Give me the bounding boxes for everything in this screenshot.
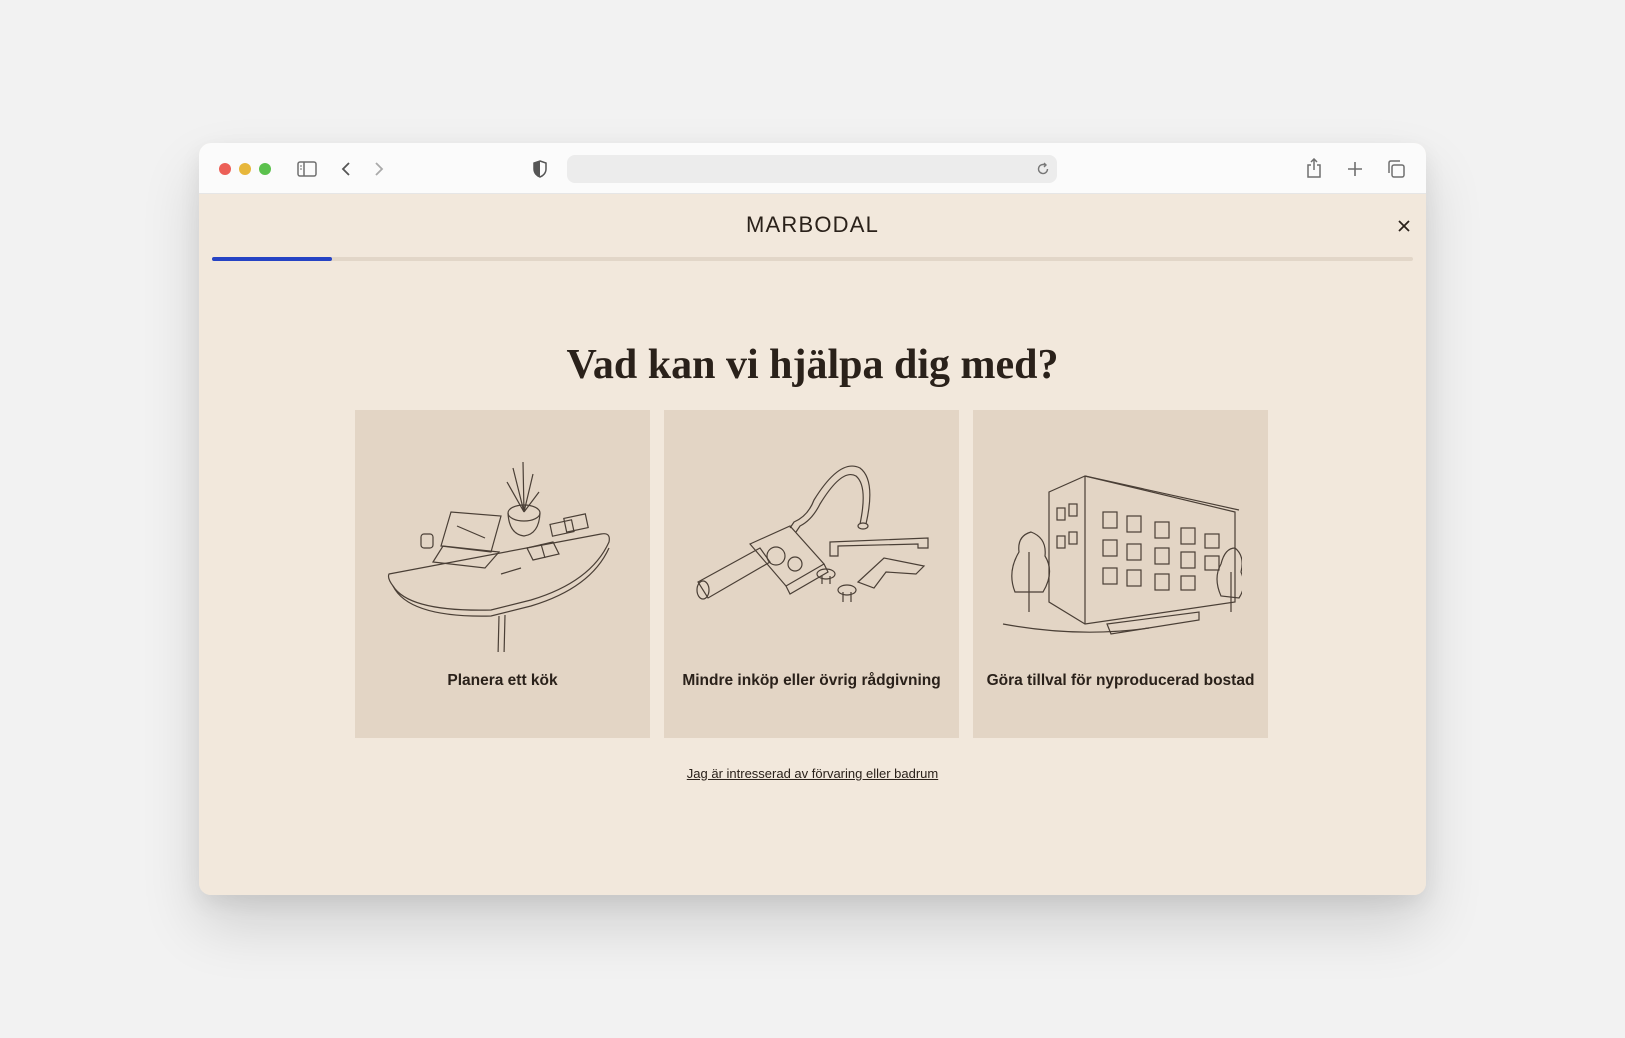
page-content: MARBODAL Vad kan vi hjälpa dig med? Plan… bbox=[199, 194, 1426, 895]
option-card-advice[interactable]: Mindre inköp eller övrig rådgivning bbox=[664, 410, 959, 738]
storage-bathroom-link[interactable]: Jag är intresserad av förvaring eller ba… bbox=[199, 766, 1426, 781]
kitchen-table-illustration bbox=[387, 461, 610, 652]
apartment-building-illustration bbox=[1002, 475, 1242, 635]
address-bar[interactable] bbox=[567, 155, 1057, 183]
close-window-button[interactable] bbox=[219, 163, 231, 175]
option-card-label: Mindre inköp eller övrig rådgivning bbox=[682, 672, 941, 689]
faucet-handles-illustration bbox=[696, 465, 929, 602]
page-title: Vad kan vi hjälpa dig med? bbox=[566, 342, 1059, 388]
share-icon[interactable] bbox=[1305, 157, 1323, 179]
browser-window: MARBODAL Vad kan vi hjälpa dig med? Plan… bbox=[199, 143, 1426, 895]
shield-icon[interactable] bbox=[532, 159, 548, 179]
option-card-new-build[interactable]: Göra tillval för nyproducerad bostad bbox=[973, 410, 1268, 738]
option-card-kitchen[interactable]: Planera ett kök bbox=[355, 410, 650, 738]
browser-toolbar bbox=[199, 143, 1426, 194]
option-card-label: Planera ett kök bbox=[447, 672, 558, 689]
option-card-label: Göra tillval för nyproducerad bostad bbox=[986, 672, 1255, 689]
sidebar-icon[interactable] bbox=[296, 160, 318, 178]
tabs-overview-icon[interactable] bbox=[1386, 159, 1406, 179]
back-icon[interactable] bbox=[339, 160, 353, 178]
progress-bar-fill bbox=[212, 257, 333, 261]
option-cards: Planera ett kök Mindre inköp eller övrig… bbox=[355, 410, 1268, 738]
minimize-window-button[interactable] bbox=[239, 163, 251, 175]
reload-icon[interactable] bbox=[1035, 161, 1051, 177]
new-tab-icon[interactable] bbox=[1346, 160, 1364, 178]
zoom-window-button[interactable] bbox=[259, 163, 271, 175]
forward-icon[interactable] bbox=[372, 160, 386, 178]
progress-bar bbox=[212, 257, 1413, 261]
close-icon[interactable] bbox=[1394, 216, 1414, 236]
brand-logo[interactable]: MARBODAL bbox=[199, 212, 1426, 238]
